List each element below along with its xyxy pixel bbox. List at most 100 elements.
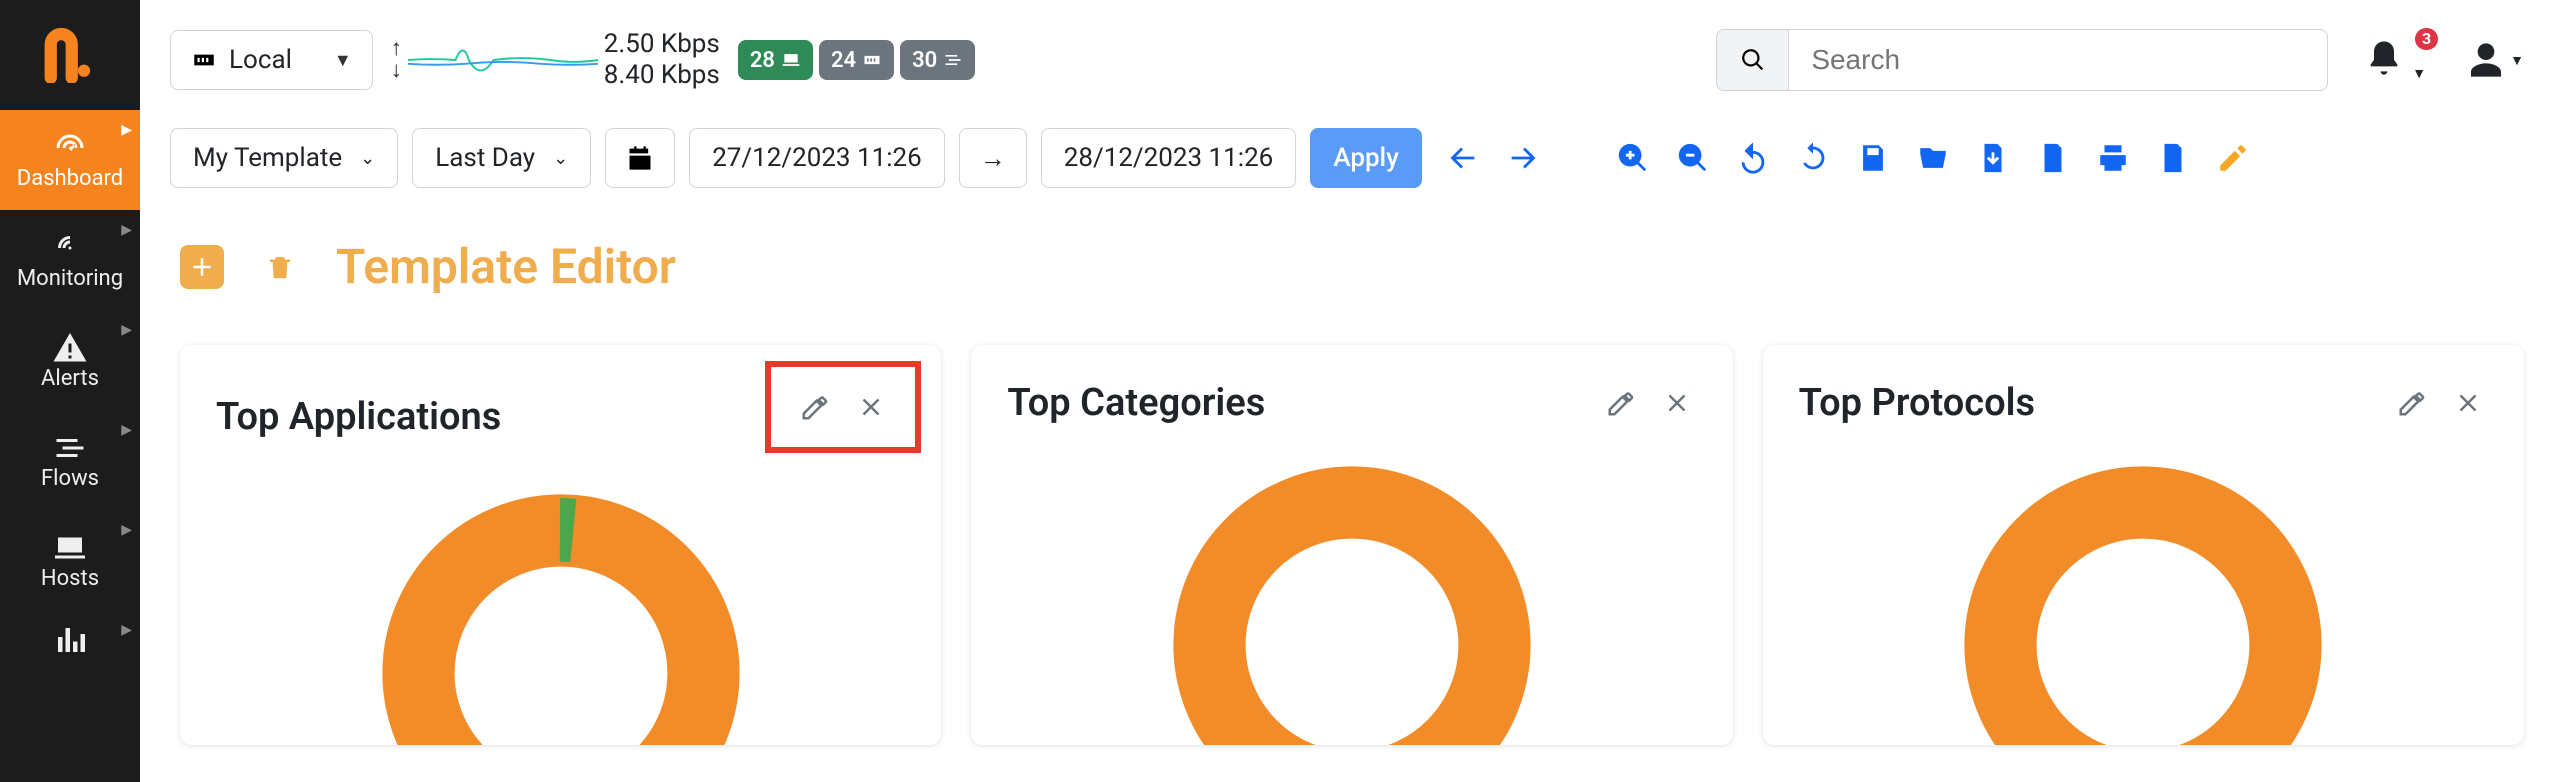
ntop-logo-icon (42, 27, 98, 83)
apply-button[interactable]: Apply (1310, 128, 1422, 188)
rate-up: 2.50 Kbps (604, 29, 720, 60)
sidebar-item-label: Monitoring (17, 266, 123, 291)
search-button[interactable] (1716, 29, 1788, 91)
sidebar-item-label: Dashboard (17, 166, 123, 191)
search-input[interactable] (1788, 29, 2328, 91)
close-icon (856, 392, 886, 422)
notifications-button[interactable]: 3 ▼ (2364, 38, 2426, 82)
print-button[interactable] (2096, 141, 2130, 175)
sidebar: ▶ Dashboard ▶ Monitoring ▶ Alerts ▶ Flow… (0, 0, 140, 782)
open-button[interactable] (1916, 141, 1950, 175)
import-button[interactable] (1976, 141, 2010, 175)
card-top-categories: Top Categories (971, 345, 1732, 745)
sidebar-item-monitoring[interactable]: ▶ Monitoring (0, 210, 140, 310)
pencil-icon (800, 392, 830, 422)
close-icon (2453, 388, 2483, 418)
pill-devices[interactable]: 24 (819, 40, 894, 80)
sidebar-item-dashboard[interactable]: ▶ Dashboard (0, 110, 140, 210)
laptop-icon (52, 530, 88, 566)
gauge-icon (52, 130, 88, 166)
donut-chart (1799, 455, 2488, 745)
plus-icon (187, 252, 217, 282)
chevron-down-icon: ▼ (2412, 66, 2426, 82)
sidebar-item-label: Alerts (41, 366, 99, 391)
toolbar-icons (1446, 141, 2250, 175)
edit-widget-button[interactable] (2392, 383, 2432, 423)
edit-widget-button[interactable] (795, 387, 835, 427)
undo-button[interactable] (1736, 141, 1770, 175)
bell-icon (2364, 38, 2404, 78)
user-menu[interactable]: ▼ (2466, 40, 2524, 80)
satellite-icon (52, 230, 88, 266)
start-time-input[interactable]: 27/12/2023 11:26 (689, 128, 945, 188)
chevron-right-icon: ▶ (121, 622, 132, 638)
card-title: Top Protocols (1799, 381, 2035, 425)
laptop-icon (781, 50, 801, 70)
rate-down: 8.40 Kbps (604, 60, 720, 91)
zoom-in-button[interactable] (1616, 141, 1650, 175)
chevron-right-icon: ▶ (121, 522, 132, 538)
logo[interactable] (0, 0, 140, 110)
pill-hosts[interactable]: 28 (738, 40, 813, 80)
chevron-right-icon: ▶ (121, 322, 132, 338)
remove-widget-button[interactable] (1657, 383, 1697, 423)
status-pill-group: 28 24 30 (738, 40, 975, 80)
chevron-right-icon: ▶ (121, 122, 132, 138)
chevron-down-icon: ⌄ (553, 148, 568, 169)
controls-row: My Template ⌄ Last Day ⌄ 27/12/2023 11:2… (170, 118, 2524, 198)
new-button[interactable] (2156, 141, 2190, 175)
ethernet-icon (862, 50, 882, 70)
alert-count-badge: 3 (2415, 28, 2438, 50)
delete-template-button[interactable] (258, 245, 302, 289)
chevron-down-icon: ⌄ (360, 148, 375, 169)
add-widget-button[interactable] (180, 245, 224, 289)
sidebar-item-alerts[interactable]: ▶ Alerts (0, 310, 140, 410)
zoom-out-button[interactable] (1676, 141, 1710, 175)
flows-icon (52, 430, 88, 466)
flows-icon (943, 50, 963, 70)
remove-widget-button[interactable] (2448, 383, 2488, 423)
export-button[interactable] (2036, 141, 2070, 175)
card-top-protocols: Top Protocols (1763, 345, 2524, 745)
topbar: Local ▼ ↑↓ 2.50 Kbps 8.40 Kbps 28 24 (170, 20, 2524, 100)
nav-back-button[interactable] (1446, 141, 1480, 175)
refresh-button[interactable] (1796, 141, 1830, 175)
updown-arrows-icon: ↑↓ (391, 38, 402, 82)
save-button[interactable] (1856, 141, 1890, 175)
warning-icon (52, 330, 88, 366)
nav-forward-button[interactable] (1506, 141, 1540, 175)
trash-icon (265, 252, 295, 282)
sidebar-item-label: Flows (41, 466, 99, 491)
remove-widget-button[interactable] (851, 387, 891, 427)
edit-template-button[interactable] (2216, 141, 2250, 175)
edit-widget-button[interactable] (1601, 383, 1641, 423)
chevron-right-icon: ▶ (121, 422, 132, 438)
close-icon (1662, 388, 1692, 418)
sparkline (408, 30, 598, 90)
card-title: Top Applications (216, 395, 501, 439)
calendar-button[interactable] (605, 128, 675, 188)
donut-chart (216, 483, 905, 745)
interface-selector[interactable]: Local ▼ (170, 30, 373, 90)
title-row: Template Editor (180, 238, 2524, 295)
bars-icon (52, 622, 88, 658)
sidebar-item-label: Hosts (41, 566, 99, 591)
traffic-widget[interactable]: ↑↓ 2.50 Kbps 8.40 Kbps (391, 29, 720, 91)
sidebar-item-flows[interactable]: ▶ Flows (0, 410, 140, 510)
card-actions-highlight (765, 361, 921, 453)
interface-label: Local (229, 45, 292, 75)
sidebar-item-hosts[interactable]: ▶ Hosts (0, 510, 140, 610)
search-icon (1740, 47, 1766, 73)
chevron-right-icon: ▶ (121, 222, 132, 238)
pencil-icon (1606, 388, 1636, 418)
template-select[interactable]: My Template ⌄ (170, 128, 398, 188)
end-time-input[interactable]: 28/12/2023 11:26 (1041, 128, 1297, 188)
pill-flows[interactable]: 30 (900, 40, 975, 80)
sidebar-item-more[interactable]: ▶ (0, 610, 140, 670)
pencil-icon (2397, 388, 2427, 418)
range-select[interactable]: Last Day ⌄ (412, 128, 591, 188)
ethernet-icon (191, 47, 217, 73)
arrow-range-icon: → (959, 128, 1027, 188)
chevron-down-icon: ▼ (334, 50, 352, 71)
card-title: Top Categories (1007, 381, 1265, 425)
